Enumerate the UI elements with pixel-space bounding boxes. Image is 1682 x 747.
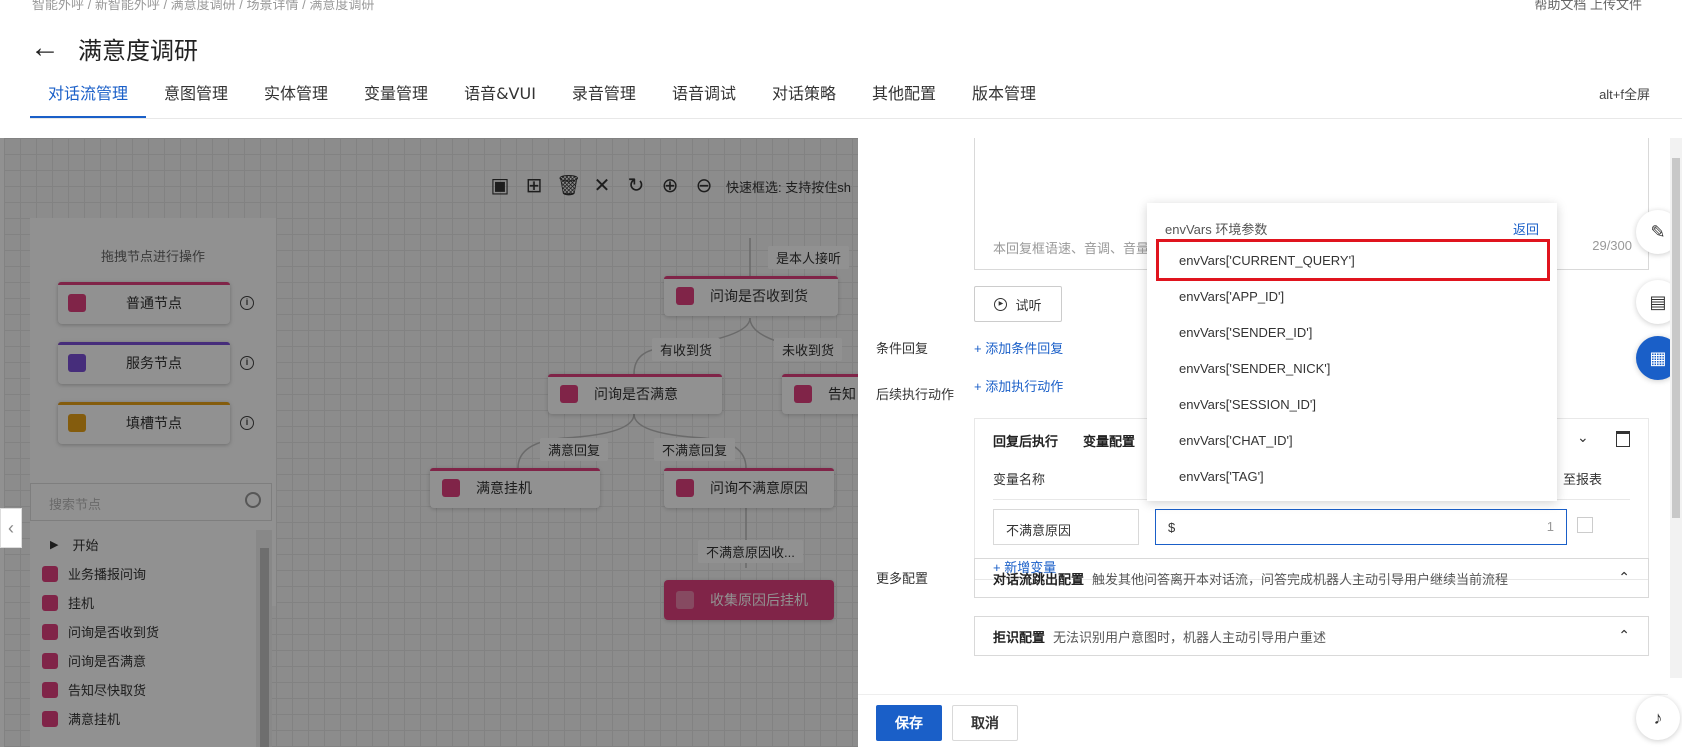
flow-exit-config[interactable]: 对话流跳出配置 触发其他问答离开本对话流，问答完成机器人主动引导用户继续当前流程… xyxy=(974,558,1649,598)
tab-voice-vui[interactable]: 语音&VUI xyxy=(446,78,554,118)
trash-icon[interactable] xyxy=(1616,431,1630,447)
page-title: 满意度调研 xyxy=(78,36,198,65)
dropdown-item[interactable]: envVars['TAG'] xyxy=(1179,469,1264,484)
cancel-button[interactable]: 取消 xyxy=(952,705,1018,741)
envvars-dropdown: envVars 环境参数 返回 envVars['CURRENT_QUERY']… xyxy=(1147,203,1557,501)
listen-label: 试听 xyxy=(1015,297,1042,313)
dropdown-item[interactable]: envVars['CHAT_ID'] xyxy=(1179,433,1293,448)
tab-other-config[interactable]: 其他配置 xyxy=(854,78,954,118)
dropdown-item[interactable]: envVars['SENDER_ID'] xyxy=(1179,325,1312,340)
save-button[interactable]: 保存 xyxy=(876,705,942,741)
report-checkbox[interactable] xyxy=(1577,517,1593,533)
dropdown-item[interactable]: envVars['CURRENT_QUERY'] xyxy=(1179,253,1355,268)
config-title: 对话流跳出配置 xyxy=(993,571,1085,587)
tab-variable[interactable]: 变量管理 xyxy=(346,78,446,118)
reject-config[interactable]: 拒识配置 无法识别用户意图时，机器人主动引导用户重述 ⌃ xyxy=(974,616,1649,656)
fullscreen-hint[interactable]: alt+f全屏 xyxy=(1599,84,1650,103)
scrollbar-thumb[interactable] xyxy=(1672,158,1680,518)
var-value-text: $ xyxy=(1168,520,1176,535)
tab-dialog-strategy[interactable]: 对话策略 xyxy=(754,78,854,118)
dropdown-item[interactable]: envVars['SESSION_ID'] xyxy=(1179,397,1316,412)
listen-button[interactable]: ▶ 试听 xyxy=(974,286,1062,322)
dropdown-item[interactable]: envVars['APP_ID'] xyxy=(1179,289,1284,304)
textarea-hint: 本回复框语速、音调、音量 xyxy=(993,241,1150,256)
chevron-up-icon[interactable]: ⌃ xyxy=(1618,627,1630,644)
char-counter: 29/300 xyxy=(1592,238,1632,253)
var-value-input[interactable]: $1 xyxy=(1155,509,1567,545)
chevron-up-icon[interactable]: ⌃ xyxy=(1618,569,1630,586)
config-desc: 无法识别用户意图时，机器人主动引导用户重述 xyxy=(1053,629,1327,645)
tab-var-config[interactable]: 变量配置 xyxy=(1083,431,1135,450)
tab-version[interactable]: 版本管理 xyxy=(954,78,1054,118)
chevron-down-icon[interactable]: ⌄ xyxy=(1577,429,1589,446)
condition-label: 条件回复 xyxy=(876,341,929,356)
config-title: 拒识配置 xyxy=(993,629,1046,645)
tab-entity[interactable]: 实体管理 xyxy=(246,78,346,118)
tab-dialog-flow[interactable]: 对话流管理 xyxy=(30,78,147,118)
more-config-label: 更多配置 xyxy=(876,571,929,586)
tab-recording[interactable]: 录音管理 xyxy=(554,78,654,118)
tab-intent[interactable]: 意图管理 xyxy=(146,78,246,118)
breadcrumb[interactable]: 智能外呼 / 新智能外呼 / 满意度调研 / 场景详情 / 满意度调研 xyxy=(32,0,374,13)
headset-icon[interactable]: ♪ xyxy=(1636,696,1680,740)
collapse-left-icon[interactable]: ‹ xyxy=(0,508,22,548)
tab-reply-after[interactable]: 回复后执行 xyxy=(993,431,1058,450)
top-right-links[interactable]: 帮助文档 上传文件 xyxy=(1534,0,1642,13)
modal-overlay[interactable] xyxy=(0,138,860,747)
report-header: 至报表 xyxy=(1563,472,1603,487)
action-label: 后续执行动作 xyxy=(876,387,955,402)
add-action-link[interactable]: + 添加执行动作 xyxy=(974,376,1063,395)
dropdown-item[interactable]: envVars['SENDER_NICK'] xyxy=(1179,361,1330,376)
panel-footer: 保存 取消 xyxy=(858,694,1668,747)
config-desc: 触发其他问答离开本对话流，问答完成机器人主动引导用户继续当前流程 xyxy=(1092,571,1509,587)
back-arrow-icon[interactable]: ← xyxy=(30,30,70,66)
dropdown-back-link[interactable]: 返回 xyxy=(1513,219,1539,238)
var-value-count: 1 xyxy=(1546,519,1554,534)
panel-scrollbar[interactable] xyxy=(1670,138,1682,678)
var-name-input[interactable]: 不满意原因 xyxy=(993,509,1139,545)
title-row: ← 满意度调研 xyxy=(30,30,198,66)
add-condition-link[interactable]: + 添加条件回复 xyxy=(974,338,1063,357)
var-name-header: 变量名称 xyxy=(993,472,1046,487)
dropdown-title: envVars 环境参数 xyxy=(1165,222,1268,237)
play-icon: ▶ xyxy=(994,297,1008,311)
main-tabs: 对话流管理 意图管理 实体管理 变量管理 语音&VUI 录音管理 语音调试 对话… xyxy=(30,78,1682,119)
tab-voice-debug[interactable]: 语音调试 xyxy=(654,78,754,118)
